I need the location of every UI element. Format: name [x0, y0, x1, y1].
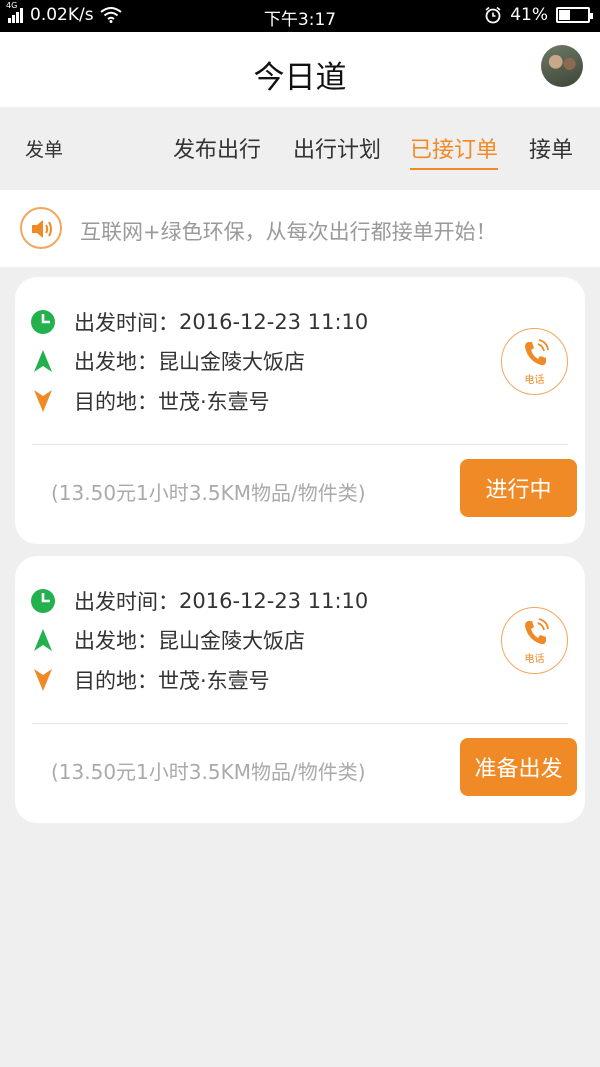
order-summary: (13.50元1小时3.5KM物品/物件类): [51, 481, 366, 505]
depart-time-value: 2016-12-23 11:10: [179, 589, 369, 613]
dest-label: 目的地：: [74, 390, 158, 414]
tab-send-order[interactable]: 发单: [25, 135, 63, 162]
status-button[interactable]: 准备出发: [460, 738, 577, 796]
tab-accepted-orders[interactable]: 已接订单: [410, 132, 499, 170]
depart-time-value: 2016-12-23 11:10: [179, 310, 369, 334]
avatar[interactable]: [541, 45, 583, 87]
call-label: 电话: [524, 375, 545, 386]
dest-arrow-icon: [30, 388, 56, 414]
origin-value: 昆山金陵大饭店: [158, 350, 305, 374]
call-label: 电话: [524, 654, 545, 665]
status-right: 41%: [484, 5, 593, 25]
depart-time-label: 出发时间：: [74, 590, 179, 614]
tab-trip-plan[interactable]: 出行计划: [293, 132, 381, 164]
call-button[interactable]: 电话: [501, 328, 568, 395]
notice-text: 互联网+绿色环保，从每次出行都接单开始！: [80, 220, 497, 244]
order-card[interactable]: 出发时间： 2016-12-23 11:10 出发地： 昆山金陵大饭店 目的地：…: [15, 556, 585, 823]
divider: [32, 444, 568, 445]
notice-banner: 互联网+绿色环保，从每次出行都接单开始！: [0, 190, 600, 267]
battery-icon: [556, 7, 593, 23]
dest-value: 世茂·东壹号: [158, 669, 270, 693]
tab-publish-trip[interactable]: 发布出行: [173, 132, 261, 164]
tab-bar: 发单 发布出行 出行计划 已接订单 接单: [0, 107, 600, 190]
origin-arrow-icon: [30, 627, 56, 653]
status-bar: 4G 0.02K/s 下午3:17 41%: [0, 0, 600, 32]
alarm-icon: [485, 6, 501, 24]
origin-label: 出发地：: [74, 629, 158, 653]
origin-row: 出发地： 昆山金陵大饭店: [30, 346, 305, 376]
origin-value: 昆山金陵大饭店: [158, 629, 305, 653]
tab-take-order[interactable]: 接单: [529, 132, 573, 164]
call-button[interactable]: 电话: [501, 607, 568, 674]
depart-time-row: 出发时间： 2016-12-23 11:10: [30, 307, 368, 337]
status-button[interactable]: 进行中: [460, 459, 577, 517]
depart-time-row: 出发时间： 2016-12-23 11:10: [30, 586, 368, 616]
depart-time-label: 出发时间：: [74, 311, 179, 335]
battery-percent: 41%: [510, 5, 548, 25]
dest-row: 目的地： 世茂·东壹号: [30, 665, 270, 695]
dest-label: 目的地：: [74, 669, 158, 693]
order-summary: (13.50元1小时3.5KM物品/物件类): [51, 760, 366, 784]
dest-arrow-icon: [30, 667, 56, 693]
dest-value: 世茂·东壹号: [158, 390, 270, 414]
divider: [32, 723, 568, 724]
clock-icon: [30, 309, 56, 335]
order-card[interactable]: 出发时间： 2016-12-23 11:10 出发地： 昆山金陵大饭店 目的地：…: [15, 277, 585, 544]
origin-arrow-icon: [30, 348, 56, 374]
app-header: 今日道: [0, 32, 600, 107]
dest-row: 目的地： 世茂·东壹号: [30, 386, 270, 416]
phone-icon: [525, 339, 549, 366]
phone-icon: [525, 618, 549, 645]
origin-row: 出发地： 昆山金陵大饭店: [30, 625, 305, 655]
speaker-icon: [20, 207, 62, 249]
clock-icon: [30, 588, 56, 614]
page-title: 今日道: [253, 60, 347, 96]
origin-label: 出发地：: [74, 350, 158, 374]
